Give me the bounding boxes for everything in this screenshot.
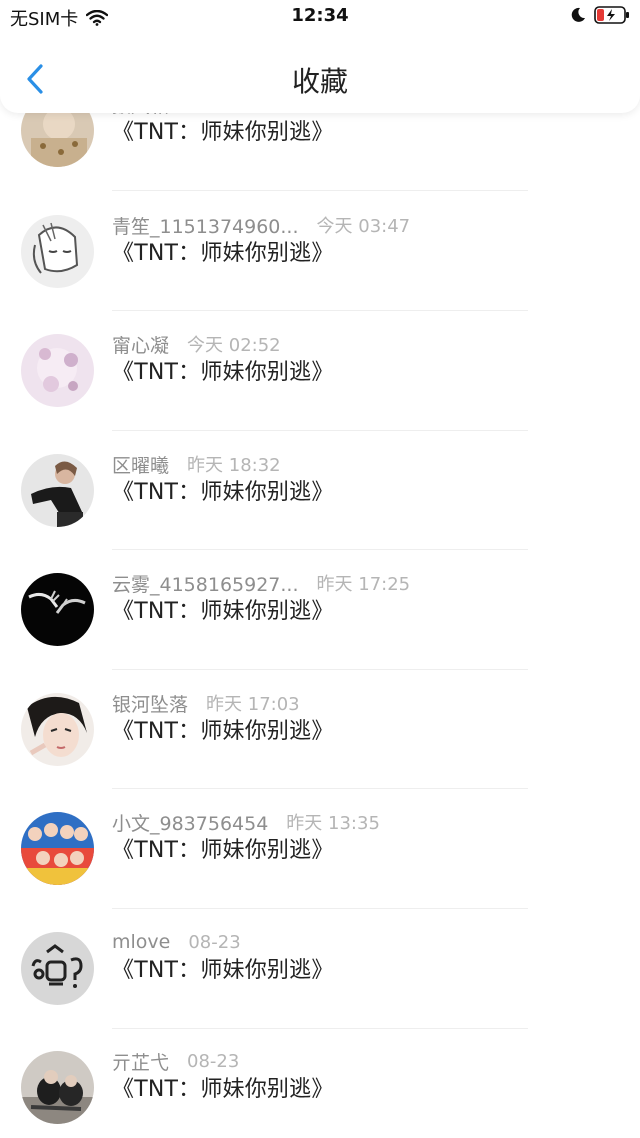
avatar[interactable]	[21, 573, 94, 646]
divider	[112, 190, 528, 191]
header: 无SIM卡 12:34 收藏	[0, 0, 640, 113]
collection-title[interactable]: 《TNT：师妹你别逃》	[112, 354, 334, 386]
list-item[interactable]: 云雾_4158165927... 昨天 17:25 《TNT：师妹你别逃》	[0, 573, 640, 693]
avatar[interactable]	[21, 932, 94, 1005]
collection-title[interactable]: 《TNT：师妹你别逃》	[112, 713, 334, 745]
timestamp: 08-23	[188, 931, 241, 953]
page-title: 收藏	[291, 65, 348, 98]
avatar[interactable]	[21, 1051, 94, 1124]
list-item[interactable]: 甯心凝 今天 02:52 《TNT：师妹你别逃》	[0, 334, 640, 454]
avatar[interactable]	[21, 215, 94, 288]
divider	[112, 788, 528, 789]
moon-icon	[571, 7, 585, 22]
list-item[interactable]: 小文_983756454 昨天 13:35 《TNT：师妹你别逃》	[0, 812, 640, 932]
collection-title[interactable]: 《TNT：师妹你别逃》	[112, 832, 334, 864]
username[interactable]: mlove	[112, 931, 170, 953]
collection-title[interactable]: 《TNT：师妹你别逃》	[112, 114, 334, 146]
avatar[interactable]	[21, 812, 94, 885]
status-bar: 无SIM卡 12:34	[0, 0, 640, 34]
list-item[interactable]: 区曜曦 昨天 18:32 《TNT：师妹你别逃》	[0, 454, 640, 574]
nav-bar: 收藏	[0, 50, 640, 106]
battery-icon	[594, 6, 629, 24]
avatar[interactable]	[21, 334, 94, 407]
list-item[interactable]: 青笙_1151374960... 今天 03:47 《TNT：师妹你别逃》	[0, 215, 640, 335]
collection-title[interactable]: 《TNT：师妹你别逃》	[112, 474, 334, 506]
timestamp: 08-23	[187, 1050, 240, 1072]
collection-title[interactable]: 《TNT：师妹你别逃》	[112, 1071, 334, 1103]
collection-title[interactable]: 《TNT：师妹你别逃》	[112, 952, 334, 984]
favorites-list: 薮风箱 今天 06:05 《TNT：师妹你别逃》 青笙_1151374960..…	[0, 0, 640, 1138]
collection-title[interactable]: 《TNT：师妹你别逃》	[112, 593, 334, 625]
collection-title[interactable]: 《TNT：师妹你别逃》	[112, 235, 334, 267]
list-item[interactable]: 亓芷弋 08-23 《TNT：师妹你别逃》	[0, 1051, 640, 1138]
divider	[112, 310, 528, 311]
list-item[interactable]: 银河坠落 昨天 17:03 《TNT：师妹你别逃》	[0, 693, 640, 813]
divider	[112, 1028, 528, 1029]
divider	[112, 430, 528, 431]
divider	[112, 669, 528, 670]
list-item[interactable]: mlove 08-23 《TNT：师妹你别逃》	[0, 931, 640, 1052]
avatar[interactable]	[21, 693, 94, 766]
clock: 12:34	[291, 5, 349, 26]
divider	[112, 549, 528, 550]
avatar[interactable]	[21, 454, 94, 527]
divider	[112, 908, 528, 909]
